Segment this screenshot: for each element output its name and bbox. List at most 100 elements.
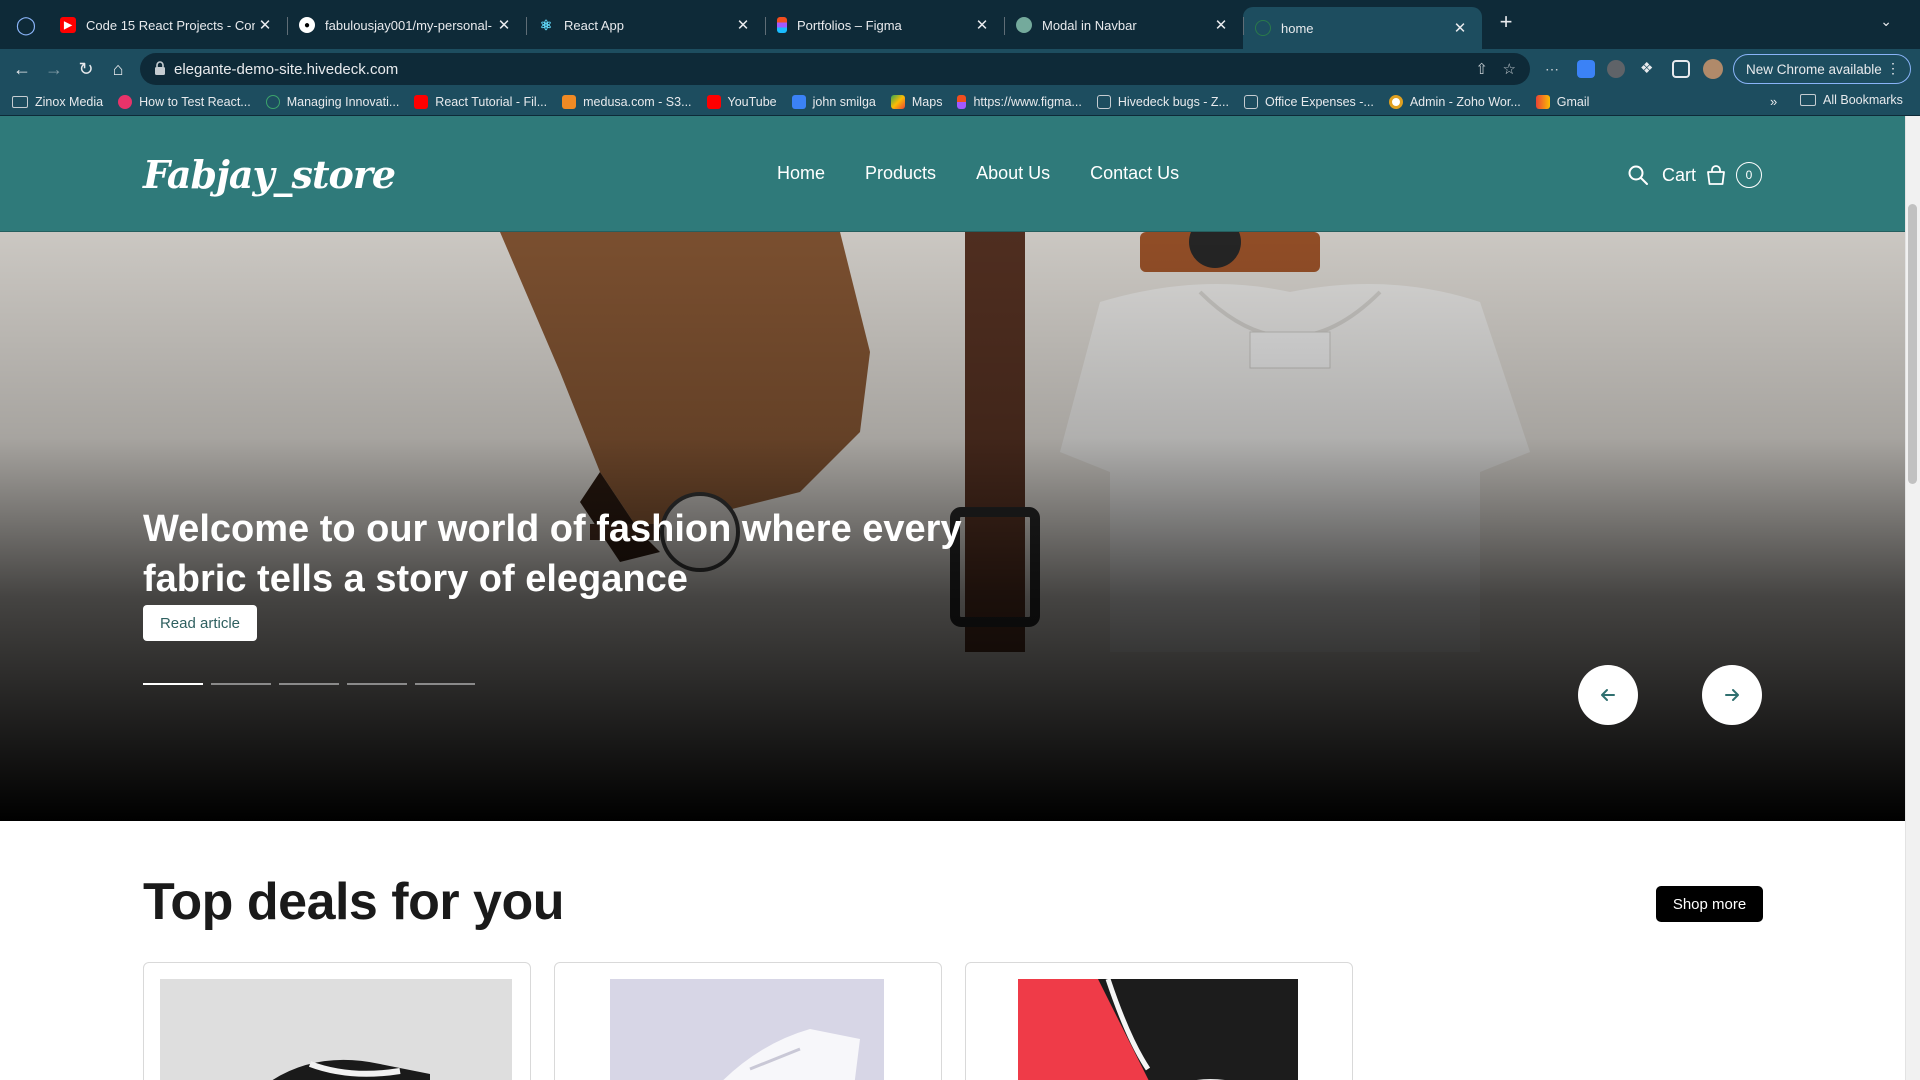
cart-label: Cart: [1662, 164, 1697, 185]
share-icon[interactable]: ⇧: [1475, 60, 1488, 78]
side-panel-icon[interactable]: [1672, 60, 1690, 78]
bookmark-item[interactable]: Maps: [890, 95, 942, 109]
nav-link-contact-us[interactable]: Contact Us: [1090, 163, 1179, 184]
bookmarks-bar: Zinox Media How to Test React... Managin…: [0, 89, 1920, 116]
carousel-indicator-1[interactable]: [143, 683, 203, 685]
youtube-icon: ▶: [60, 17, 76, 33]
page-scrollbar[interactable]: [1905, 116, 1920, 1080]
back-icon[interactable]: ←: [8, 55, 36, 83]
youtube-icon: [414, 95, 429, 109]
puzzle-icon[interactable]: ❖: [1640, 60, 1658, 78]
shop-more-button[interactable]: Shop more: [1656, 886, 1763, 922]
doc-icon: [1096, 95, 1111, 109]
maps-icon: [890, 95, 905, 109]
close-icon[interactable]: ✕: [255, 16, 275, 34]
carousel-indicator-3[interactable]: [279, 683, 339, 685]
bookmark-item[interactable]: Zinox Media: [12, 95, 103, 109]
page-viewport: Fabjay_store Home Products About Us Cont…: [0, 116, 1920, 1080]
browser-tab-strip: ◯ ▶ Code 15 React Projects - Com ✕ ● fab…: [0, 0, 1920, 49]
forward-icon[interactable]: →: [40, 55, 68, 83]
browser-tab[interactable]: ● fabulousjay001/my-personal- ✕: [287, 7, 526, 43]
bookmark-label: How to Test React...: [139, 95, 251, 109]
product-image: [1018, 979, 1298, 1080]
bookmark-label: Admin - Zoho Wor...: [1409, 95, 1521, 109]
address-bar[interactable]: elegante-demo-site.hivedeck.com ⇧ ☆: [140, 53, 1530, 85]
carousel-prev-button[interactable]: [1578, 665, 1638, 725]
bookmark-label: React Tutorial - Fil...: [435, 95, 548, 109]
browser-tab[interactable]: ⚛ React App ✕: [526, 7, 765, 43]
bookmark-item[interactable]: Hivedeck bugs - Z...: [1096, 95, 1229, 109]
browser-tab[interactable]: ▶ Code 15 React Projects - Com ✕: [48, 7, 287, 43]
r-logo-icon: [791, 95, 806, 109]
bookmark-label: Gmail: [1556, 95, 1590, 109]
browser-toolbar: ← → ↻ ⌂ elegante-demo-site.hivedeck.com …: [0, 49, 1920, 89]
close-icon[interactable]: ✕: [1211, 16, 1231, 34]
tab-title: Code 15 React Projects - Com: [86, 17, 255, 33]
chevron-down-icon[interactable]: ⌄: [1880, 13, 1892, 30]
bookmark-item[interactable]: medusa.com - S3...: [562, 95, 692, 109]
menu-icon[interactable]: ⋮: [1886, 60, 1900, 77]
bookmark-item[interactable]: Admin - Zoho Wor...: [1388, 95, 1521, 109]
bookmark-item[interactable]: Managing Innovati...: [265, 95, 400, 109]
bookmark-star-icon[interactable]: ☆: [1503, 60, 1516, 78]
chrome-update-button[interactable]: New Chrome available ⋮: [1733, 54, 1911, 84]
product-card[interactable]: [965, 962, 1353, 1080]
bookmark-label: Hivedeck bugs - Z...: [1117, 95, 1229, 109]
bookmark-item[interactable]: How to Test React...: [118, 95, 251, 109]
close-icon[interactable]: ✕: [972, 16, 992, 34]
nav-link-products[interactable]: Products: [865, 163, 936, 184]
shopping-bag-icon: [1707, 165, 1725, 185]
carousel-indicator-5[interactable]: [415, 683, 475, 685]
new-tab-button[interactable]: +: [1494, 11, 1518, 35]
carousel-next-button[interactable]: [1702, 665, 1762, 725]
tab-list: ▶ Code 15 React Projects - Com ✕ ● fabul…: [48, 7, 1482, 49]
bookmark-label: Office Expenses -...: [1264, 95, 1374, 109]
browser-tab[interactable]: Modal in Navbar ✕: [1004, 7, 1243, 43]
browser-tab[interactable]: Portfolios – Figma ✕: [765, 7, 1004, 43]
home-icon[interactable]: ⌂: [104, 55, 132, 83]
zoho-icon: [1388, 95, 1403, 109]
carousel-indicators: [143, 683, 475, 685]
all-bookmarks-button[interactable]: All Bookmarks: [1800, 93, 1903, 107]
bookmark-item[interactable]: https://www.figma...: [957, 95, 1082, 109]
search-icon[interactable]: [1627, 164, 1649, 186]
site-logo[interactable]: Fabjay_store: [143, 152, 396, 197]
bookmark-item[interactable]: Office Expenses -...: [1243, 95, 1374, 109]
bookmark-item[interactable]: Gmail: [1535, 95, 1590, 109]
nav-link-about-us[interactable]: About Us: [976, 163, 1050, 184]
avatar[interactable]: [1703, 59, 1723, 79]
close-icon[interactable]: ✕: [1450, 19, 1470, 37]
bookmark-label: YouTube: [727, 95, 777, 109]
carousel-indicator-2[interactable]: [211, 683, 271, 685]
figma-icon: [957, 95, 967, 109]
browser-tab-active[interactable]: home ✕: [1243, 7, 1482, 49]
bookmark-item[interactable]: YouTube: [706, 95, 777, 109]
cart-button[interactable]: Cart 0: [1662, 162, 1763, 188]
tab-title: Portfolios – Figma: [797, 17, 902, 33]
carousel-indicator-4[interactable]: [347, 683, 407, 685]
read-article-button[interactable]: Read article: [143, 605, 257, 641]
close-icon[interactable]: ✕: [494, 16, 514, 34]
tab-title: fabulousjay001/my-personal-: [325, 17, 492, 33]
lock-icon: [155, 61, 165, 75]
bookmark-label: john smilga: [812, 95, 876, 109]
scrollbar-thumb[interactable]: [1908, 204, 1917, 484]
extension-dots-icon[interactable]: ⋯: [1545, 60, 1563, 78]
chrome-profile-icon[interactable]: ◯: [14, 13, 38, 37]
bookmark-item[interactable]: React Tutorial - Fil...: [414, 95, 547, 109]
extension-icon[interactable]: [1607, 60, 1625, 78]
product-card[interactable]: [143, 962, 531, 1080]
extension-icon[interactable]: [1577, 60, 1595, 78]
bookmark-label: medusa.com - S3...: [583, 95, 692, 109]
nav-link-home[interactable]: Home: [777, 163, 825, 184]
reload-icon[interactable]: ↻: [72, 55, 100, 83]
product-card[interactable]: [554, 962, 942, 1080]
bookmarks-overflow-button[interactable]: »: [1770, 94, 1777, 109]
site-header: Fabjay_store Home Products About Us Cont…: [0, 116, 1905, 232]
green-check-icon: [265, 95, 280, 109]
close-icon[interactable]: ✕: [733, 16, 753, 34]
bookmark-label: Managing Innovati...: [286, 95, 400, 109]
product-image: [160, 979, 512, 1080]
bookmark-item[interactable]: john smilga: [791, 95, 876, 109]
update-label: New Chrome available: [1746, 61, 1882, 77]
